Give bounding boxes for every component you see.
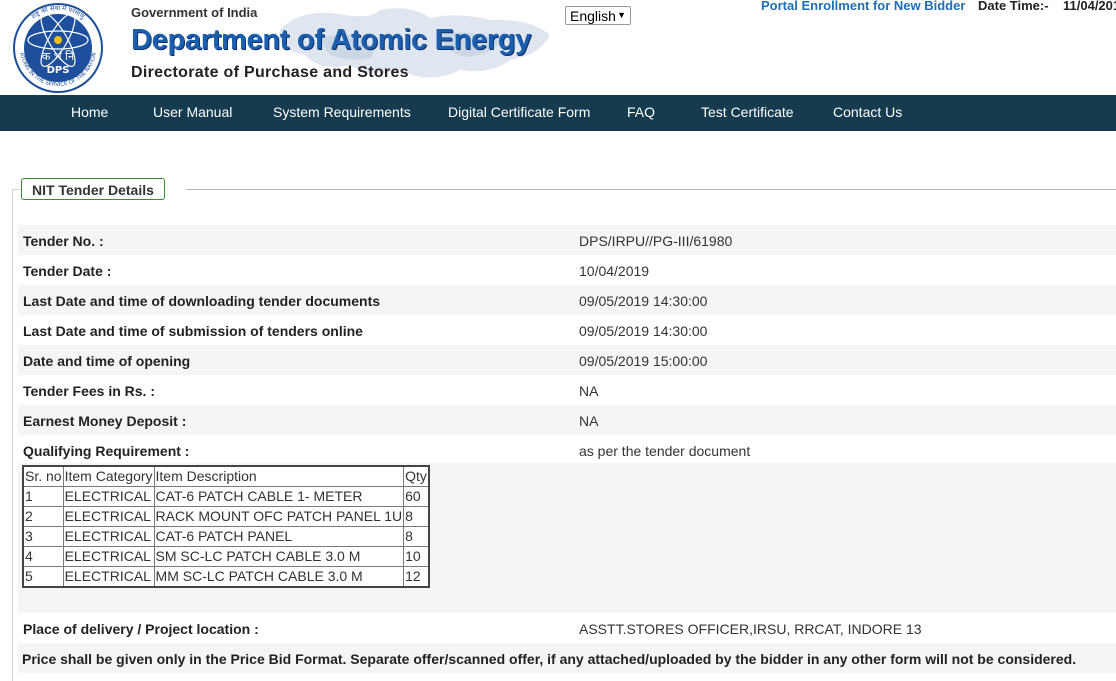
detail-row-delivery-location: Place of delivery / Project location : A… — [18, 613, 1116, 643]
table-row: 5 ELECTRICAL MM SC-LC PATCH CABLE 3.0 M … — [22, 566, 430, 588]
table-header-cell: Item Description — [153, 465, 405, 487]
detail-value: as per the tender document — [579, 443, 751, 459]
detail-row-tender-fees: Tender Fees in Rs. : NA — [18, 375, 1116, 405]
detail-row-emd: Earnest Money Deposit : NA — [18, 405, 1116, 435]
nav-digital-certificate-form[interactable]: Digital Certificate Form — [448, 104, 590, 120]
table-cell: 4 — [22, 546, 64, 567]
portal-enrollment-link[interactable]: Portal Enrollment for New Bidder — [761, 0, 965, 13]
table-cell: ELECTRICAL — [62, 526, 155, 547]
table-cell: MM SC-LC PATCH CABLE 3.0 M — [153, 566, 405, 588]
table-row: 3 ELECTRICAL CAT-6 PATCH PANEL 8 — [22, 526, 430, 547]
section-legend: NIT Tender Details — [21, 178, 165, 200]
nav-system-requirements[interactable]: System Requirements — [273, 104, 411, 120]
nav-test-certificate[interactable]: Test Certificate — [701, 104, 794, 120]
detail-label: Last Date and time of downloading tender… — [23, 293, 381, 309]
detail-row-opening-date: Date and time of opening 09/05/2019 15:0… — [18, 345, 1116, 375]
dropdown-arrow-icon: ▼ — [617, 10, 626, 20]
language-select-value: English — [570, 8, 616, 24]
dps-logo: क भं नि DPS राष्ट्र की सेवा में परमाणु A… — [13, 3, 103, 93]
table-cell: RACK MOUNT OFC PATCH PANEL 1U — [153, 506, 405, 527]
logo-center-text: क भं नि — [42, 50, 75, 63]
detail-value: NA — [579, 383, 599, 399]
detail-label: Date and time of opening — [23, 353, 191, 369]
detail-value: 09/05/2019 14:30:00 — [579, 293, 708, 309]
detail-row-download-deadline: Last Date and time of downloading tender… — [18, 285, 1116, 315]
datetime-value: 11/04/2019 — [1063, 0, 1116, 13]
table-header-cell: Qty — [403, 465, 430, 487]
table-header-cell: Sr. no — [22, 465, 64, 487]
detail-label: Qualifying Requirement : — [23, 443, 190, 459]
table-cell: ELECTRICAL — [62, 486, 155, 507]
detail-label: Tender Date : — [23, 263, 112, 279]
table-cell: 5 — [22, 566, 64, 588]
table-cell: 12 — [403, 566, 430, 588]
nav-user-manual[interactable]: User Manual — [153, 104, 232, 120]
table-cell: 8 — [403, 526, 430, 547]
detail-value: NA — [579, 413, 599, 429]
table-row: 1 ELECTRICAL CAT-6 PATCH CABLE 1- METER … — [22, 486, 430, 507]
detail-value: 10/04/2019 — [579, 263, 650, 279]
items-table: Sr. no Item Category Item Description Qt… — [22, 465, 430, 588]
directorate-subtitle: Directorate of Purchase and Stores — [131, 64, 409, 81]
detail-row-submission-deadline: Last Date and time of submission of tend… — [18, 315, 1116, 345]
fieldset-border — [12, 189, 13, 681]
table-header-cell: Item Category — [62, 465, 155, 487]
language-select[interactable]: English ▼ — [565, 6, 631, 25]
table-row: 4 ELECTRICAL SM SC-LC PATCH CABLE 3.0 M … — [22, 546, 430, 567]
detail-value: DPS/IRPU//PG-III/61980 — [579, 233, 733, 249]
price-bid-note: Price shall be given only in the Price B… — [22, 651, 1077, 667]
detail-value: ASSTT.STORES OFFICER,IRSU, RRCAT, INDORE… — [579, 621, 922, 637]
detail-label: Tender Fees in Rs. : — [23, 383, 155, 399]
price-bid-note-row: Price shall be given only in the Price B… — [18, 643, 1116, 673]
table-cell: 2 — [22, 506, 64, 527]
department-title: Department of Atomic Energy — [131, 24, 532, 56]
table-cell: 1 — [22, 486, 64, 507]
detail-value: 09/05/2019 15:00:00 — [579, 353, 708, 369]
table-row: 2 ELECTRICAL RACK MOUNT OFC PATCH PANEL … — [22, 506, 430, 527]
government-label: Government of India — [131, 5, 258, 20]
table-cell: ELECTRICAL — [62, 546, 155, 567]
fieldset-border — [12, 189, 20, 190]
table-cell: SM SC-LC PATCH CABLE 3.0 M — [153, 546, 405, 567]
nav-home[interactable]: Home — [71, 104, 108, 120]
table-cell: 8 — [403, 506, 430, 527]
table-cell: 3 — [22, 526, 64, 547]
nav-faq[interactable]: FAQ — [627, 104, 655, 120]
table-cell: ELECTRICAL — [62, 566, 155, 588]
detail-row-tender-date: Tender Date : 10/04/2019 — [18, 255, 1116, 285]
site-header: क भं नि DPS राष्ट्र की सेवा में परमाणु A… — [0, 0, 1116, 95]
detail-label: Place of delivery / Project location : — [23, 621, 259, 637]
table-cell: 10 — [403, 546, 430, 567]
detail-row-tender-no: Tender No. : DPS/IRPU//PG-III/61980 — [18, 225, 1116, 255]
fieldset-border — [186, 189, 1116, 190]
detail-label: Last Date and time of submission of tend… — [23, 323, 363, 339]
main-navigation: Home User Manual System Requirements Dig… — [0, 95, 1116, 131]
logo-abbr: DPS — [47, 65, 70, 76]
table-cell: CAT-6 PATCH CABLE 1- METER — [153, 486, 405, 507]
detail-label: Earnest Money Deposit : — [23, 413, 187, 429]
detail-value: 09/05/2019 14:30:00 — [579, 323, 708, 339]
nav-contact-us[interactable]: Contact Us — [833, 104, 902, 120]
detail-label: Tender No. : — [23, 233, 104, 249]
detail-row-qualifying-requirement: Qualifying Requirement : as per the tend… — [18, 435, 1116, 465]
table-header-row: Sr. no Item Category Item Description Qt… — [22, 465, 430, 487]
datetime-label: Date Time:- — [978, 0, 1049, 13]
table-cell: ELECTRICAL — [62, 506, 155, 527]
table-cell: CAT-6 PATCH PANEL — [153, 526, 405, 547]
table-cell: 60 — [403, 486, 430, 507]
